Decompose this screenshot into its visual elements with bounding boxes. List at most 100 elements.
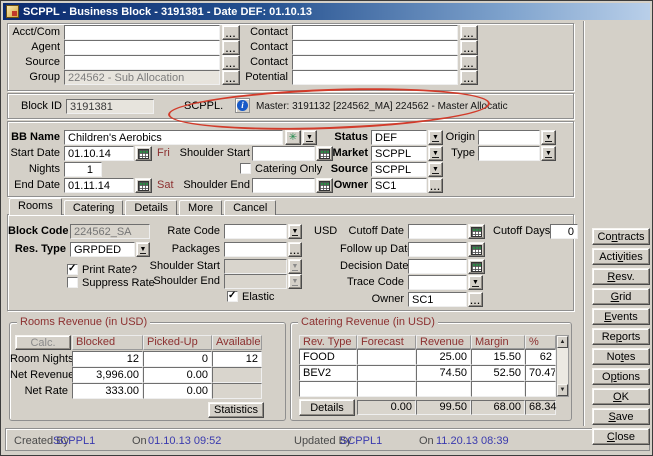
titlebar: SCPPL - Business Block - 3191381 - Date … xyxy=(3,3,650,20)
calendar-icon xyxy=(471,245,482,255)
catering-only-checkbox[interactable]: ✓ xyxy=(240,163,251,174)
details-button[interactable]: Details xyxy=(299,399,355,416)
contact2-input[interactable] xyxy=(292,40,458,55)
statistics-button[interactable]: Statistics xyxy=(208,402,264,418)
tab-cancel[interactable]: Cancel xyxy=(224,200,276,215)
potential-input[interactable] xyxy=(292,70,458,85)
bb-source-input[interactable] xyxy=(371,162,427,177)
contact3-input[interactable] xyxy=(292,55,458,70)
ok-button[interactable]: OK xyxy=(592,388,650,405)
potential-lookup-button[interactable]: ... xyxy=(460,70,478,85)
rate-code-dropdown-button[interactable]: ▼ xyxy=(288,224,302,239)
tab-rooms[interactable]: Rooms xyxy=(9,198,62,215)
tab-owner-lookup-button[interactable]: ... xyxy=(468,292,483,307)
start-date-input[interactable] xyxy=(64,146,134,161)
nights-input[interactable] xyxy=(64,162,102,177)
ellipsis-icon: ... xyxy=(464,62,475,69)
rooms-revenue-group: Rooms Revenue (in USD) Calc. Blocked Pic… xyxy=(9,322,286,421)
cutoff-days-input[interactable] xyxy=(550,224,578,239)
shoulder-end-input[interactable] xyxy=(252,178,315,193)
button-mnemonic: C xyxy=(607,431,615,443)
reports-button[interactable]: Reports xyxy=(592,328,650,345)
nights-label: Nights xyxy=(8,163,60,176)
close-button[interactable]: Close xyxy=(592,428,650,445)
cat-row1-forecast xyxy=(357,349,416,365)
info-icon-button[interactable]: i xyxy=(235,98,250,113)
cat-row2-margin: 52.50 xyxy=(471,365,525,381)
bb-source-dropdown-button[interactable]: ▼ xyxy=(428,162,443,177)
res-type-input[interactable] xyxy=(70,242,135,257)
checkmark-icon: ✓ xyxy=(228,292,237,300)
origin-input[interactable] xyxy=(478,130,540,145)
contracts-button[interactable]: Contracts xyxy=(592,228,650,245)
options-button[interactable]: Options xyxy=(592,368,650,385)
end-date-calendar-button[interactable] xyxy=(135,178,152,193)
bb-owner-label: Owner xyxy=(326,179,368,192)
shoulder-start-input[interactable] xyxy=(252,146,315,161)
notes-button[interactable]: Notes xyxy=(592,348,650,365)
follow-up-date-input[interactable] xyxy=(408,242,467,257)
type-label: Type xyxy=(445,147,475,160)
bb-owner-input[interactable] xyxy=(371,178,427,193)
packages-label: Packages xyxy=(128,243,220,256)
sidebar-divider xyxy=(583,21,585,426)
grid-button[interactable]: Grid xyxy=(592,288,650,305)
type-input[interactable] xyxy=(478,146,540,161)
type-dropdown-button[interactable]: ▼ xyxy=(541,146,556,161)
source-input[interactable] xyxy=(64,55,220,70)
activities-button[interactable]: Activities xyxy=(592,248,650,265)
elastic-checkbox[interactable]: ✓ xyxy=(227,291,238,302)
scroll-up-icon[interactable]: ▲ xyxy=(557,336,568,348)
chevron-down-icon: ▼ xyxy=(545,134,552,142)
contact2-lookup-button[interactable]: ... xyxy=(460,40,478,55)
end-date-input[interactable] xyxy=(64,178,134,193)
account-panel: Acct/Com ... Agent ... Source ... Group … xyxy=(7,23,574,91)
scroll-down-icon[interactable]: ▼ xyxy=(557,384,568,396)
events-button[interactable]: Events xyxy=(592,308,650,325)
agent-input[interactable] xyxy=(64,40,220,55)
room-nights-pickedup: 0 xyxy=(143,351,212,367)
tab-catering[interactable]: Catering xyxy=(64,200,124,215)
origin-dropdown-button[interactable]: ▼ xyxy=(541,130,556,145)
packages-input[interactable] xyxy=(224,242,287,257)
market-dropdown-button[interactable]: ▼ xyxy=(428,146,443,161)
print-rate-checkbox[interactable]: ✓ xyxy=(67,264,78,275)
button-mnemonic: S xyxy=(608,411,615,423)
trace-code-dropdown-button[interactable]: ▼ xyxy=(468,275,483,290)
tab-details[interactable]: Details xyxy=(125,200,177,215)
cutoff-date-input[interactable] xyxy=(408,224,467,239)
start-date-calendar-button[interactable] xyxy=(135,146,152,161)
cat-col-pct: % xyxy=(525,335,556,349)
resv-button[interactable]: Resv. xyxy=(592,268,650,285)
tab-owner-input[interactable] xyxy=(408,292,467,307)
suppress-rate-checkbox[interactable]: ✓ xyxy=(67,277,78,288)
status-input[interactable] xyxy=(371,130,427,145)
decision-date-calendar-button[interactable] xyxy=(468,259,485,274)
bb-name-dropdown-button[interactable]: ▼ xyxy=(302,130,317,145)
room-nights-blocked: 12 xyxy=(72,351,143,367)
catering-scrollbar[interactable]: ▲ ▼ xyxy=(556,335,569,397)
follow-up-date-calendar-button[interactable] xyxy=(468,242,485,257)
net-rate-label: Net Rate xyxy=(10,385,68,398)
market-input[interactable] xyxy=(371,146,427,161)
contact1-input[interactable] xyxy=(292,25,458,40)
bb-name-translate-button[interactable]: ✳ xyxy=(285,130,301,145)
contact3-label: Contact xyxy=(236,56,288,69)
contact1-lookup-button[interactable]: ... xyxy=(460,25,478,40)
bb-owner-lookup-button[interactable]: ... xyxy=(428,178,443,193)
trace-code-input[interactable] xyxy=(408,275,467,290)
acctcom-input[interactable] xyxy=(64,25,220,40)
bb-name-input[interactable] xyxy=(64,130,283,145)
status-dropdown-button[interactable]: ▼ xyxy=(428,130,443,145)
decision-date-input[interactable] xyxy=(408,259,467,274)
rate-code-input[interactable] xyxy=(224,224,287,239)
packages-lookup-button[interactable]: ... xyxy=(288,242,302,257)
calendar-icon xyxy=(138,181,149,191)
cutoff-date-calendar-button[interactable] xyxy=(468,224,485,239)
save-button[interactable]: Save xyxy=(592,408,650,425)
tab-more[interactable]: More xyxy=(179,200,222,215)
tab-shoulder-end-input xyxy=(224,274,287,289)
status-label: Status xyxy=(326,131,368,144)
block-id-input xyxy=(66,99,154,114)
contact3-lookup-button[interactable]: ... xyxy=(460,55,478,70)
